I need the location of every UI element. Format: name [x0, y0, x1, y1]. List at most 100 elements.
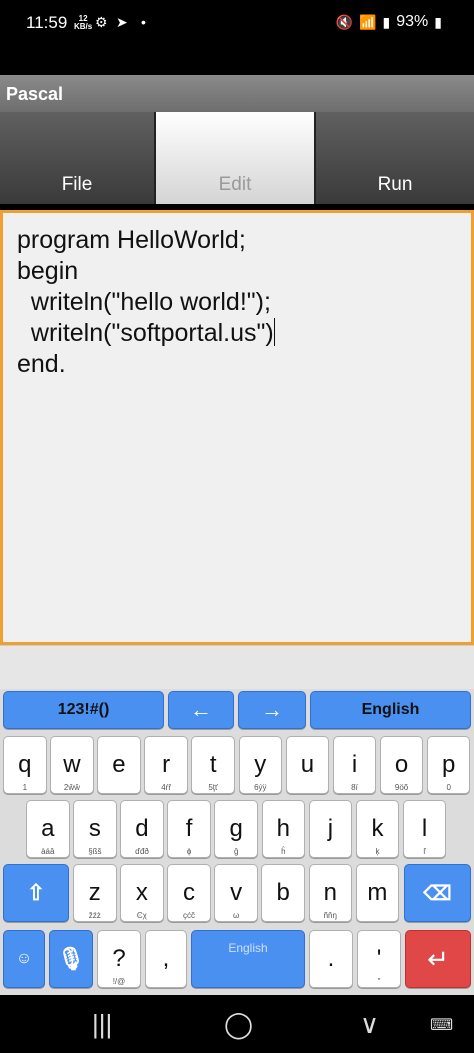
keyboard-row-2: a àáâ s §ßš d ďđð f ɸ g ğ h ĥ j k ķ l ľ: [0, 800, 474, 860]
key-label: v: [230, 879, 243, 906]
key-p[interactable]: p0: [426, 736, 471, 794]
text-cursor: [273, 318, 275, 346]
network-speed: 12 KB/s: [74, 15, 92, 31]
keyboard-hide-icon[interactable]: ⌨: [430, 1015, 453, 1035]
key-q[interactable]: q1: [3, 736, 47, 794]
backspace-icon: ⌫: [423, 882, 452, 905]
key-v[interactable]: vω: [214, 864, 258, 922]
tab-run[interactable]: Run: [316, 112, 474, 204]
key-label: x: [135, 879, 148, 906]
network-speed-unit: KB/s: [74, 22, 93, 31]
recent-apps-icon[interactable]: |||: [92, 1009, 112, 1040]
key-s[interactable]: s §ßš: [73, 800, 117, 858]
shift-key[interactable]: ⇧: [3, 864, 69, 922]
back-icon[interactable]: ∨: [360, 1009, 379, 1040]
clock: 11:59: [26, 13, 68, 32]
key-k[interactable]: kķ: [355, 800, 400, 858]
keyboard-row-1: q 1 w 2ŵŵ e r 4ŕř t 5ţť y 6ýÿ u i 8ï o 9öõ p 0: [0, 736, 474, 796]
key-o[interactable]: o 9öõ: [379, 736, 424, 794]
microphone-key[interactable]: 🎙: [49, 930, 93, 988]
key-label: ?: [112, 945, 126, 972]
key-alt-label: 4ŕř: [161, 783, 171, 792]
emoji-icon: ☺: [15, 950, 33, 967]
key-label: u: [300, 751, 315, 778]
key-m[interactable]: m: [355, 864, 400, 922]
key-e[interactable]: e: [97, 736, 141, 794]
home-icon[interactable]: ◯: [224, 1009, 253, 1040]
battery-icon: ▮: [434, 13, 442, 30]
key-z[interactable]: z žźż: [73, 864, 117, 922]
key-a[interactable]: a àáâ: [26, 800, 70, 858]
key-f[interactable]: fɸ: [167, 800, 211, 858]
language-key[interactable]: English: [310, 691, 471, 729]
status-spacer: [0, 50, 474, 75]
key-alt-label: §ßš: [88, 847, 102, 856]
key-alt-label: ķ: [375, 847, 380, 856]
key-alt-label: ñňŋ: [323, 911, 337, 920]
key-label: w: [63, 751, 81, 778]
key-d[interactable]: d ďđð: [120, 800, 164, 858]
key-b[interactable]: b: [261, 864, 305, 922]
code-line: writeln("softportal.us"): [17, 319, 274, 347]
key-u[interactable]: u: [285, 736, 330, 794]
key-label: i: [351, 751, 358, 778]
dot-icon: •: [141, 14, 146, 30]
key-label: q: [18, 751, 32, 778]
gear-icon: ⚙: [95, 14, 108, 30]
key-w[interactable]: w 2ŵŵ: [50, 736, 94, 794]
key-alt-label: 5ţť: [208, 783, 219, 792]
key-label: y: [254, 751, 267, 778]
key-j[interactable]: j: [308, 800, 353, 858]
quote-key[interactable]: ' ": [357, 930, 401, 988]
space-key[interactable]: English: [191, 930, 305, 988]
key-label: h: [276, 815, 290, 842]
microphone-icon: 🎙: [57, 946, 85, 971]
key-label: r: [162, 751, 171, 778]
cursor-right-key[interactable]: →: [238, 691, 306, 729]
battery-level: 93%: [396, 13, 429, 30]
code-editor[interactable]: program HelloWorld; begin writeln("hello…: [0, 210, 474, 645]
key-x[interactable]: x Ͼχ: [120, 864, 164, 922]
key-label: k: [371, 815, 384, 842]
tab-edit[interactable]: Edit: [156, 112, 316, 204]
key-label: o: [394, 751, 409, 778]
symbols-key[interactable]: 123!#(): [3, 691, 164, 729]
key-alt-label: çćč: [182, 911, 195, 920]
backspace-key[interactable]: ⌫: [404, 864, 471, 922]
key-t[interactable]: t 5ţť: [191, 736, 235, 794]
enter-key[interactable]: ↵: [405, 930, 471, 988]
key-n[interactable]: n ñňŋ: [308, 864, 353, 922]
key-h[interactable]: hĥ: [261, 800, 306, 858]
code-line: end.: [17, 350, 66, 378]
status-right: 🔇 📶 ▮ 93% ▮: [336, 13, 442, 31]
key-label: l: [421, 815, 428, 842]
question-key[interactable]: ? !/@: [97, 930, 141, 988]
emoji-key[interactable]: ☺: [3, 930, 45, 988]
comma-key[interactable]: ,: [145, 930, 187, 988]
key-alt-label: ω: [232, 911, 240, 920]
key-alt-label: Ͼχ: [136, 911, 147, 920]
key-y[interactable]: y 6ýÿ: [238, 736, 283, 794]
key-label: j: [327, 815, 334, 842]
signal-icon: ▮: [382, 13, 391, 30]
key-alt-label: 9öõ: [394, 783, 409, 792]
code-line: program HelloWorld;: [17, 226, 246, 254]
key-alt-label: àáâ: [41, 847, 55, 856]
key-alt-label: 6ýÿ: [254, 783, 267, 792]
cursor-left-key[interactable]: ←: [168, 691, 234, 729]
key-label: c: [182, 879, 195, 906]
key-alt-label: ľ: [423, 847, 426, 856]
key-i[interactable]: i 8ï: [332, 736, 377, 794]
key-label: s: [88, 815, 101, 842]
key-l[interactable]: lľ: [402, 800, 447, 858]
keyboard-function-row: 123!#() ← → English: [0, 691, 474, 731]
key-label: t: [209, 751, 217, 778]
key-r[interactable]: r 4ŕř: [144, 736, 188, 794]
tab-file[interactable]: File: [0, 112, 156, 204]
key-g[interactable]: gğ: [214, 800, 258, 858]
keyboard-row-3: ⇧ ⌫ z žźż x Ͼχ c çćč v ω b n ñňŋ m: [0, 864, 474, 924]
app-title: Pascal: [0, 75, 474, 112]
key-c[interactable]: c çćč: [167, 864, 211, 922]
period-key[interactable]: .: [309, 930, 353, 988]
system-nav-bar: ||| ◯ ∨ ⌨: [0, 995, 474, 1053]
